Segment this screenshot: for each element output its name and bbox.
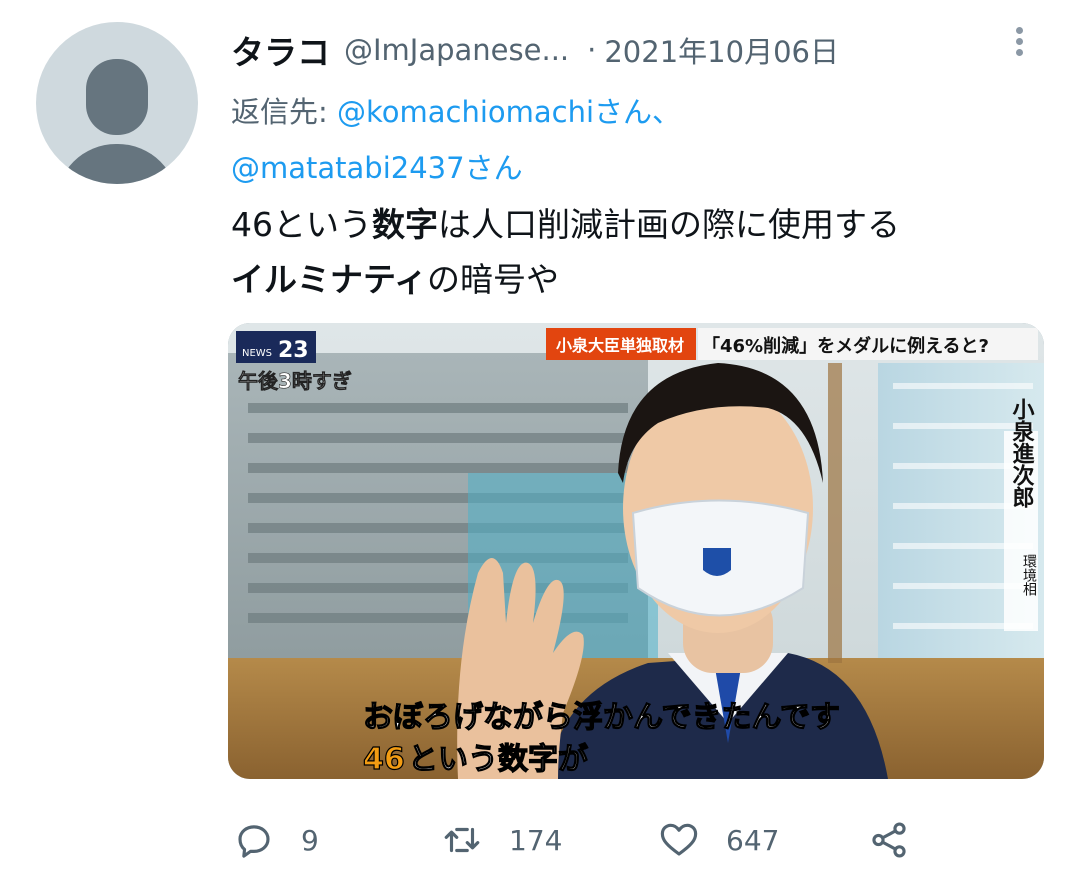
reply-count: 9 [301,823,319,857]
image-person-name: 小泉進次郎 [1009,398,1035,508]
avatar[interactable] [36,22,198,184]
share-icon [872,822,906,858]
display-name[interactable]: タラコ [231,26,330,74]
reply-mention-1[interactable]: @komachiomachiさん、 [337,95,681,129]
header-separator: · [587,33,597,67]
tweet-media-image[interactable]: NEWS 23 午後3時すぎ 小泉大臣単独取材 「46%削減」をメダルに例えると… [228,323,1044,779]
more-vertical-icon[interactable] [1006,24,1032,68]
avatar-head-shape [86,59,148,135]
news-logo-small: NEWS [242,348,272,359]
tweet-text-part1: 46という [231,205,372,244]
image-mask-emblem [703,548,731,576]
like-button[interactable]: 647 [658,810,779,870]
image-caption-line2: という数字が [408,742,588,777]
image-caption-number: 46 [363,742,405,777]
image-person-title: 環境相 [1021,554,1037,596]
reply-context: 返信先: @komachiomachiさん、 @matatabi2437さん [231,84,1031,196]
retweet-icon [444,827,480,853]
retweet-count: 174 [509,823,563,857]
retweet-button[interactable]: 174 [441,810,562,870]
tweet-date[interactable]: 2021年10月06日 [604,29,839,71]
user-handle[interactable]: @ImJapanese... [344,33,569,67]
tweet-text-part3: の暗号や [427,260,560,299]
tweet-text: 46という数字は人口削減計画の際に使用する イルミナティの暗号や [231,197,1051,307]
image-headline: 「46%削減」をメダルに例えると? [702,335,989,357]
tweet-text-bold1: 数字 [372,205,438,244]
news-logo-number: 23 [278,338,309,363]
image-time-label: 午後3時すぎ [238,369,352,393]
reply-button[interactable]: 9 [233,810,319,870]
avatar-shoulders-shape [56,144,178,184]
like-count: 647 [726,823,780,857]
share-button[interactable] [868,810,910,870]
tweet-text-part2: は人口削減計画の際に使用する [438,205,900,244]
reply-label: 返信先: [231,95,328,129]
image-tag: 小泉大臣単独取材 [556,336,684,355]
tweet-text-bold2: イルミナティ [231,260,428,299]
reply-icon [238,825,270,858]
heart-icon [660,823,698,856]
reply-mention-2[interactable]: @matatabi2437さん [231,151,523,185]
image-caption-line1: おぼろげながら浮かんできたんです [363,700,840,735]
tweet-header: タラコ @ImJapanese... · 2021年10月06日 [231,26,839,74]
